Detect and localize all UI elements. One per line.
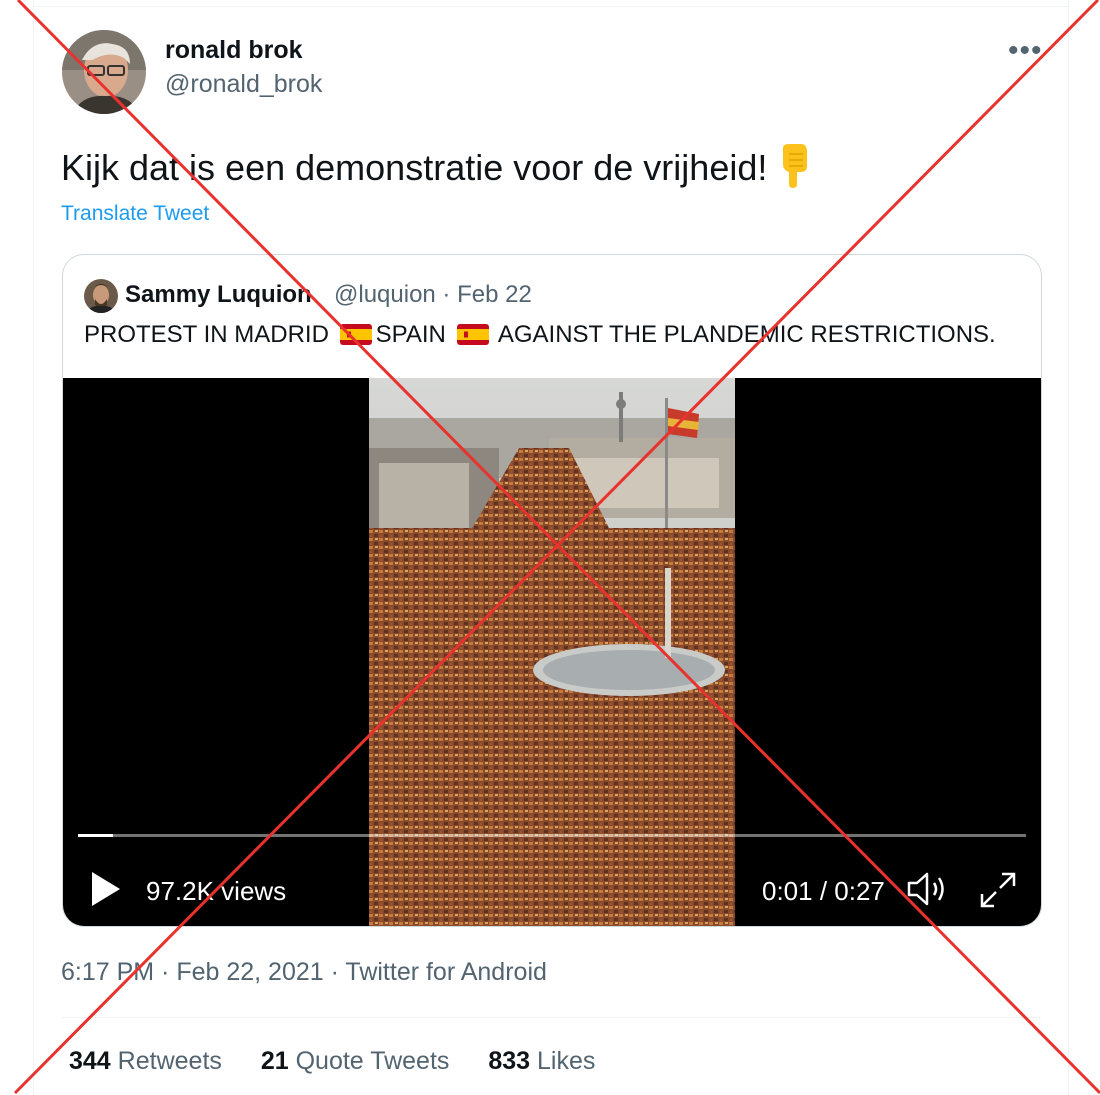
author-avatar[interactable] [62, 30, 146, 114]
tweet-body: Kijk dat is een demonstratie voor de vri… [61, 147, 768, 189]
video-progress-fill [78, 834, 114, 837]
likes-stat[interactable]: 833 Likes [488, 1047, 595, 1076]
spain-flag-icon [339, 324, 372, 345]
video-time: 0:01 / 0:27 [762, 876, 885, 906]
quoted-text-part: SPAIN [375, 321, 446, 348]
video-view-count: 97.2K views [146, 876, 287, 906]
tweet-timestamp[interactable]: 6:17 PM · Feb 22, 2021 · Twitter for And… [61, 958, 547, 987]
video-player[interactable]: 97.2K views 0:01 / 0:27 [63, 378, 1041, 926]
video-progress-bar[interactable] [78, 834, 1026, 837]
engagement-stats: 344 Retweets 21 Quote Tweets 833 Likes [69, 1047, 627, 1076]
stats-divider [61, 1017, 1041, 1018]
retweets-stat[interactable]: 344 Retweets [69, 1047, 222, 1076]
quoted-author-avatar[interactable] [84, 279, 118, 313]
quoted-author-name[interactable]: Sammy Luquion [125, 281, 312, 309]
quoted-text-part: PROTEST IN MADRID [84, 321, 329, 348]
fullscreen-icon[interactable] [978, 870, 1018, 915]
more-options-icon[interactable]: ••• [1008, 34, 1043, 68]
video-frame [369, 378, 735, 926]
tweet-text: Kijk dat is een demonstratie voor de vri… [61, 144, 809, 197]
play-icon[interactable] [89, 870, 123, 913]
top-divider [33, 6, 1069, 7]
author-handle[interactable]: @ronald_brok [165, 70, 322, 99]
spain-flag-icon [456, 324, 489, 345]
retweets-count: 344 [69, 1047, 111, 1075]
likes-count: 833 [488, 1047, 531, 1075]
quoted-author-meta[interactable]: @luquion · Feb 22 [334, 281, 532, 309]
quote-tweets-count: 21 [260, 1047, 289, 1075]
quoted-tweet[interactable]: Sammy Luquion @luquion · Feb 22 PROTEST … [62, 254, 1042, 927]
translate-tweet-link[interactable]: Translate Tweet [61, 202, 209, 226]
likes-label: Likes [537, 1047, 596, 1075]
quote-tweets-stat[interactable]: 21 Quote Tweets [261, 1047, 450, 1076]
retweets-label: Retweets [117, 1047, 222, 1075]
quoted-text-part: AGAINST THE PLANDEMIC RESTRICTIONS. [497, 321, 996, 348]
quoted-tweet-text: PROTEST IN MADRID SPAIN AGAINST THE PLAN… [84, 321, 996, 349]
volume-icon[interactable] [906, 870, 950, 913]
author-name[interactable]: ronald brok [165, 36, 303, 65]
quote-tweets-label: Quote Tweets [295, 1047, 450, 1075]
backhand-index-pointing-down-icon [779, 144, 809, 197]
